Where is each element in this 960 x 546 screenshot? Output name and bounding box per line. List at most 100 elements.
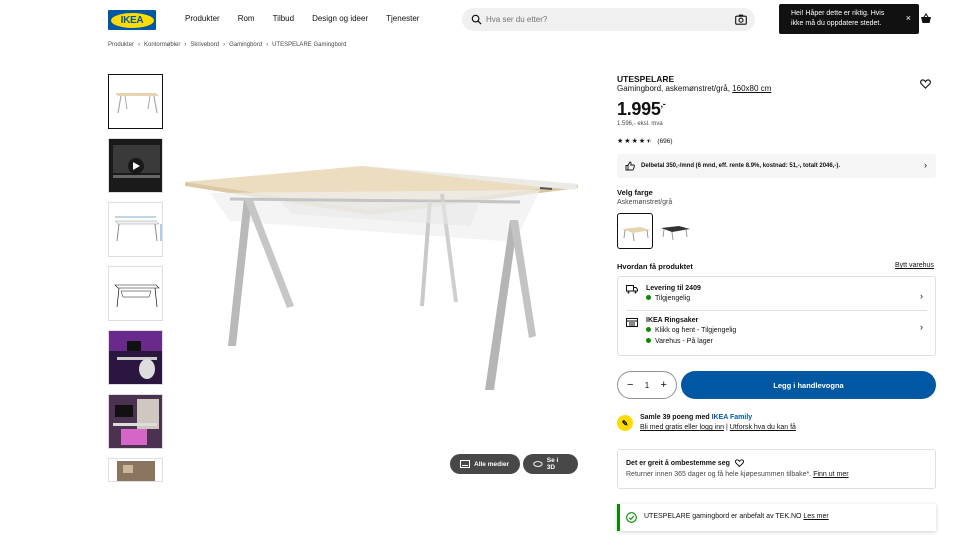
swatch-ash-grey[interactable]	[617, 213, 653, 249]
chevron-right-icon: ›	[184, 42, 187, 48]
family-points-text: Samle 39 poeng med	[640, 414, 712, 421]
all-media-label: Alle medier	[474, 460, 510, 468]
gallery-icon	[460, 460, 470, 468]
plus-icon[interactable]: +	[661, 379, 667, 391]
thumbnail-room-pink[interactable]	[108, 394, 163, 449]
add-to-cart-button[interactable]: Legg i handlevogna	[681, 371, 936, 399]
change-store-link[interactable]: Bytt varehus	[895, 262, 934, 269]
chevron-right-icon: ›	[266, 42, 269, 48]
shipping-option[interactable]: Levering til 2409	[646, 285, 701, 292]
nav-produkter[interactable]: Produkter	[185, 14, 220, 23]
chevron-right-icon: ›	[924, 160, 927, 170]
delivery-options: Levering til 2409 Tilgjengelig › IKEA Ri…	[617, 276, 936, 356]
returns-title-text: Det er greit å ombestemme seg	[626, 459, 730, 467]
thumbnail-room-purple[interactable]	[108, 330, 163, 385]
shipping-status-row: Tilgjengelig	[646, 294, 691, 302]
product-rating[interactable]: ★ ★ ★ ★ ★ (696)	[617, 137, 673, 146]
price-suffix: ,-	[660, 99, 666, 109]
returns-title: Det er greit å ombestemme seg	[626, 459, 744, 468]
crumb-kontormobler[interactable]: Kontormøbler	[144, 42, 180, 48]
thumbnail-dimensions[interactable]	[108, 202, 163, 257]
heart-icon[interactable]	[920, 79, 931, 89]
family-join-link[interactable]: Bli med gratis eller logg inn	[640, 424, 724, 431]
ikea-logo[interactable]: IKEA	[108, 10, 156, 30]
star-icon: ★	[638, 138, 646, 145]
family-points: Samle 39 poeng med IKEA Family	[640, 414, 752, 421]
store-stock-row: Varehus - På lager	[646, 337, 713, 345]
check-circle-icon	[626, 512, 637, 523]
store-icon	[626, 318, 638, 327]
product-name: UTESPELARE	[617, 74, 675, 84]
crumb-gamingbord[interactable]: Gamingbord	[229, 42, 262, 48]
recommendation-text-row: UTESPELARE gamingbord er anbefalt av TEK…	[644, 513, 829, 520]
quantity-stepper: − 1 +	[617, 371, 677, 399]
site-header: IKEA Produkter Rom Tilbud Design og idee…	[0, 0, 960, 40]
crumb-produkter[interactable]: Produkter	[108, 42, 134, 48]
nav-tjenester[interactable]: Tjenester	[386, 14, 419, 23]
product-size-link[interactable]: 160x80 cm	[732, 84, 771, 93]
available-dot	[646, 294, 651, 300]
installment-banner[interactable]: Delbetal 350,-/mnd (6 mnd, eff. rente 8.…	[617, 154, 936, 178]
returns-box: Det er greit å ombestemme seg Returner i…	[617, 449, 936, 489]
chevron-right-icon[interactable]: ›	[920, 322, 923, 332]
rating-count: (696)	[657, 137, 673, 145]
search-bar	[462, 8, 755, 31]
cart-icon[interactable]	[920, 13, 932, 25]
minus-icon[interactable]: −	[627, 379, 633, 391]
store-click-row: Klikk og hent - Tilgjengelig	[646, 326, 736, 334]
quantity-value[interactable]: 1	[645, 381, 649, 390]
truck-icon	[626, 285, 638, 294]
store-option[interactable]: IKEA Ringsaker	[646, 317, 698, 324]
breadcrumb: Produkter › Kontormøbler › Skrivebord › …	[108, 42, 346, 48]
thumbnail-desk-front[interactable]	[108, 74, 163, 129]
star-icon: ★	[624, 138, 631, 145]
thumbs-up-icon	[625, 161, 635, 171]
close-icon[interactable]: ×	[906, 13, 911, 23]
product-description: Gamingbord, askemønstret/grå, 160x80 cm	[617, 84, 771, 93]
recommendation-banner: UTESPELARE gamingbord er anbefalt av TEK…	[617, 504, 936, 531]
shipping-status: Tilgjengelig	[655, 295, 691, 302]
shipping-title: Levering til 2409	[646, 285, 701, 292]
crumb-skrivebord[interactable]: Skrivebord	[190, 42, 219, 48]
color-label: Velg farge	[617, 188, 653, 197]
family-divider: |	[726, 424, 728, 431]
family-explore-link[interactable]: Utforsk hva du kan få	[730, 424, 796, 431]
product-main-image[interactable]	[180, 74, 580, 474]
available-dot	[646, 337, 651, 343]
main-nav: Produkter Rom Tilbud Design og ideer Tje…	[185, 14, 419, 23]
swatch-black-grey[interactable]	[657, 213, 693, 249]
store-stock-status: Varehus - På lager	[655, 338, 713, 345]
thumbnail-video[interactable]	[108, 138, 163, 193]
view-3d-button[interactable]: Se i 3D	[523, 454, 578, 474]
returns-link[interactable]: Finn ut mer	[813, 471, 848, 478]
toast-text: Hei! Håper dette er riktig. Hvis ikke må…	[791, 10, 885, 27]
delivery-heading: Hvordan få produktet	[617, 262, 693, 271]
star-icon: ★	[617, 138, 624, 145]
store-title: IKEA Ringsaker	[646, 317, 699, 324]
nav-rom[interactable]: Rom	[238, 14, 255, 23]
nav-tilbud[interactable]: Tilbud	[273, 14, 295, 23]
product-type: Gamingbord, askemønstret/grå,	[617, 84, 730, 93]
family-links: Bli med gratis eller logg inn | Utforsk …	[640, 424, 796, 431]
chevron-right-icon: ›	[138, 42, 141, 48]
heart-return-icon	[734, 459, 744, 468]
nav-design-og-ideer[interactable]: Design og ideer	[312, 14, 368, 23]
returns-text-row: Returner innen 365 dager og få hele kjøp…	[626, 471, 849, 478]
chevron-right-icon: ›	[223, 42, 226, 48]
camera-icon[interactable]	[735, 14, 747, 25]
3d-rotate-icon	[533, 461, 543, 467]
view-3d-label: Se i 3D	[546, 457, 559, 471]
thumbnail-room-shelf[interactable]	[108, 458, 163, 482]
color-selected: Askemønstret/grå	[617, 199, 673, 206]
thumbnail-assembly[interactable]	[108, 266, 163, 321]
divider	[626, 310, 927, 311]
all-media-button[interactable]: Alle medier	[450, 454, 520, 474]
recommendation-link[interactable]: Les mer	[803, 513, 828, 520]
chevron-right-icon[interactable]: ›	[920, 291, 923, 301]
family-program-link[interactable]: IKEA Family	[712, 414, 753, 421]
search-input[interactable]	[486, 12, 726, 27]
crumb-current[interactable]: UTESPELARE Gamingbord	[272, 42, 346, 48]
product-price: 1.995,-	[617, 99, 666, 120]
star-icon: ★	[631, 138, 638, 145]
available-dot	[646, 326, 651, 332]
